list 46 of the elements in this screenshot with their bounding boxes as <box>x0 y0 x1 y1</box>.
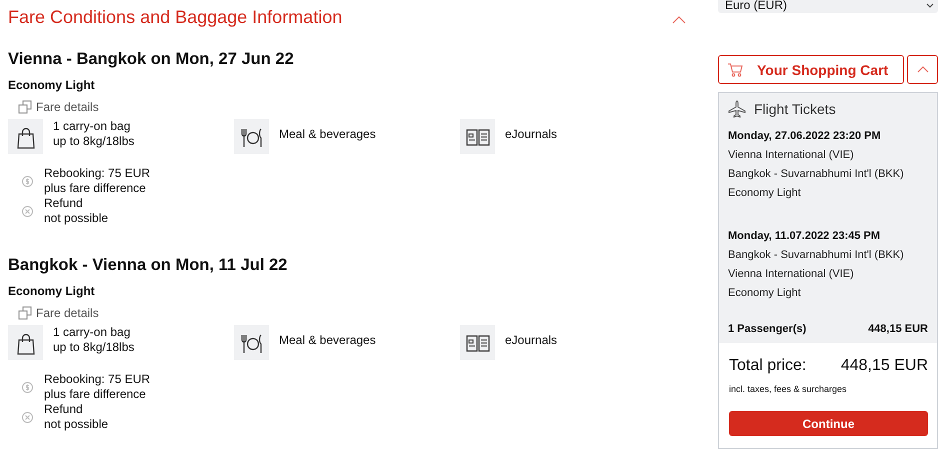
flight-datetime: Monday, 11.07.2022 23:45 PM <box>728 229 882 244</box>
chevron-icon <box>916 66 928 73</box>
plane-icon <box>728 100 746 118</box>
total-label: Total price: <box>729 357 806 375</box>
flight-heading: Bangkok - Vienna on Mon, 11 Jul 22 <box>8 256 288 275</box>
currency-select[interactable]: Euro (EUR) <box>718 0 938 13</box>
caret-icon <box>926 2 934 8</box>
windows-icon <box>18 100 32 114</box>
condition-text: Rebooking: 75 EUR plus fare difference <box>44 166 150 196</box>
service-text: Meal & beverages <box>279 126 376 142</box>
airport: Vienna International (VIE) <box>728 267 855 282</box>
fare-name: Economy Light <box>8 284 96 298</box>
condition-text: Refund not possible <box>44 402 108 432</box>
dollar-icon <box>22 176 33 186</box>
fare-name: Economy Light <box>8 78 96 92</box>
cart-heading: Flight Tickets <box>754 101 836 117</box>
service-text: Meal & beverages <box>279 332 376 348</box>
fare-name: Economy Light <box>728 286 802 301</box>
cross-circle-icon <box>22 412 33 422</box>
fare-details-link[interactable]: Fare details <box>36 306 99 320</box>
continue-button[interactable]: Continue <box>729 411 928 436</box>
airport: Bangkok - Suvarnabhumi Int'l (BKK) <box>728 248 905 263</box>
cross-circle-icon <box>22 206 33 216</box>
collapse-button[interactable] <box>907 55 938 84</box>
airport: Bangkok - Suvarnabhumi Int'l (BKK) <box>728 167 905 182</box>
service-text: eJournals <box>505 126 558 142</box>
passenger-count: 1 Passenger(s) <box>728 323 806 335</box>
condition-text: Rebooking: 75 EUR plus fare difference <box>44 372 150 402</box>
fare-name: Economy Light <box>728 186 802 201</box>
airport: Vienna International (VIE) <box>728 148 855 163</box>
condition-text: Refund not possible <box>44 196 108 226</box>
flight-heading: Vienna - Bangkok on Mon, 27 Jun 22 <box>8 50 295 69</box>
shopping-cart-button[interactable]: Your Shopping Cart <box>718 55 904 84</box>
dollar-icon <box>22 382 33 392</box>
total-price: 448,15 EUR <box>840 357 928 375</box>
windows-icon <box>18 306 32 320</box>
fare-details-link[interactable]: Fare details <box>36 100 99 114</box>
collapse-icon[interactable] <box>672 16 686 24</box>
price-note: incl. taxes, fees & surcharges <box>729 384 848 394</box>
passenger-price: 448,15 EUR <box>868 323 928 335</box>
flight-datetime: Monday, 27.06.2022 23:20 PM <box>728 129 882 144</box>
service-text: 1 carry-on bag up to 8kg/18lbs <box>53 119 134 149</box>
cart-icon <box>727 62 743 76</box>
service-text: eJournals <box>505 332 558 348</box>
service-text: 1 carry-on bag up to 8kg/18lbs <box>53 325 134 355</box>
section-title: Fare Conditions and Baggage Information <box>8 6 342 28</box>
